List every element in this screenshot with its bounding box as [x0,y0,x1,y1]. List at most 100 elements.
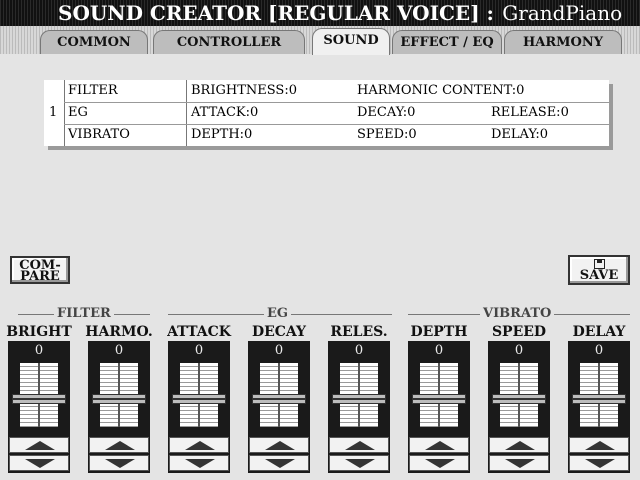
slider-body[interactable]: 0 [408,341,470,473]
slider-knob[interactable] [332,394,386,404]
slider-bright[interactable]: BRIGHT 0 [6,323,72,475]
floppy-disk-icon [593,259,605,269]
slider-knob[interactable] [172,394,226,404]
slider-release[interactable]: RELES. 0 [328,323,390,475]
slider-label: RELES. [330,324,388,340]
slider-knob[interactable] [252,394,306,404]
triangle-down-icon [585,459,615,468]
slider-body[interactable]: 0 [488,341,550,473]
tab-common[interactable]: COMMON [40,30,148,54]
triangle-up-icon [185,441,215,450]
group-label-filter: FILTER [54,307,114,321]
table-row-eg-name: EG [68,105,88,120]
eg-decay-value: DECAY:0 [357,105,416,120]
vibrato-depth-value: DEPTH:0 [191,127,253,142]
column-divider [64,80,65,146]
increment-button[interactable] [169,437,229,453]
triangle-up-icon [425,441,455,450]
tab-effect-eq[interactable]: EFFECT / EQ [392,30,502,54]
slider-knob[interactable] [572,394,626,404]
slider-speed[interactable]: SPEED 0 [488,323,550,475]
increment-button[interactable] [249,437,309,453]
slider-value: 0 [114,343,124,358]
decrement-button[interactable] [169,455,229,471]
slider-value: 0 [514,343,524,358]
slider-body[interactable]: 0 [88,341,150,473]
slider-body[interactable]: 0 [168,341,230,473]
page-title: SOUND CREATOR [REGULAR VOICE] : GrandPia… [58,1,622,25]
triangle-up-icon [265,441,295,450]
triangle-up-icon [585,441,615,450]
vibrato-speed-value: SPEED:0 [357,127,417,142]
triangle-down-icon [505,459,535,468]
sound-creator-screen: SOUND CREATOR [REGULAR VOICE] : GrandPia… [0,0,640,480]
triangle-down-icon [105,459,135,468]
decrement-button[interactable] [409,455,469,471]
triangle-up-icon [345,441,375,450]
parameter-table[interactable]: 1 FILTER BRIGHTNESS:0 HARMONIC CONTENT:0… [44,80,609,146]
slider-knob[interactable] [12,394,66,404]
slider-label: ATTACK [167,324,231,340]
slider-label: HARMO. [85,324,153,340]
table-row-vibrato-name: VIBRATO [68,127,130,142]
column-divider [186,80,187,146]
tab-bar: COMMON CONTROLLER SOUND EFFECT / EQ HARM… [0,26,640,55]
slider-depth[interactable]: DEPTH 0 [408,323,470,475]
slider-knob[interactable] [492,394,546,404]
slider-value: 0 [194,343,204,358]
slider-body[interactable]: 0 [248,341,310,473]
increment-button[interactable] [9,437,69,453]
triangle-down-icon [345,459,375,468]
tab-controller[interactable]: CONTROLLER [153,30,305,54]
decrement-button[interactable] [489,455,549,471]
triangle-up-icon [25,441,55,450]
save-label: SAVE [579,268,619,283]
increment-button[interactable] [329,437,389,453]
decrement-button[interactable] [329,455,389,471]
compare-label-line2: PARE [20,269,60,284]
slider-value: 0 [34,343,44,358]
slider-value: 0 [274,343,284,358]
triangle-down-icon [185,459,215,468]
triangle-down-icon [25,459,55,468]
slider-decay[interactable]: DECAY 0 [248,323,310,475]
slider-label: DECAY [251,324,307,340]
eg-release-value: RELEASE:0 [491,105,569,120]
group-filter: FILTER [8,307,150,321]
row-number: 1 [49,105,58,120]
slider-knob[interactable] [412,394,466,404]
slider-value: 0 [594,343,604,358]
vibrato-delay-value: DELAY:0 [491,127,549,142]
triangle-down-icon [265,459,295,468]
decrement-button[interactable] [249,455,309,471]
increment-button[interactable] [89,437,149,453]
increment-button[interactable] [569,437,629,453]
slider-value: 0 [354,343,364,358]
triangle-down-icon [425,459,455,468]
triangle-up-icon [505,441,535,450]
tab-sound[interactable]: SOUND [312,28,390,55]
filter-brightness-value: BRIGHTNESS:0 [191,83,297,98]
save-button[interactable]: SAVE [568,255,630,285]
slider-label: BRIGHT [6,324,72,340]
decrement-button[interactable] [89,455,149,471]
decrement-button[interactable] [569,455,629,471]
increment-button[interactable] [489,437,549,453]
title-bar: SOUND CREATOR [REGULAR VOICE] : GrandPia… [0,0,640,26]
slider-body[interactable]: 0 [8,341,70,473]
group-eg: EG [168,307,392,321]
slider-harmo[interactable]: HARMO. 0 [85,323,153,475]
group-label-vibrato: VIBRATO [480,307,555,321]
slider-label: DEPTH [410,324,468,340]
slider-delay[interactable]: DELAY 0 [568,323,630,475]
decrement-button[interactable] [9,455,69,471]
slider-body[interactable]: 0 [568,341,630,473]
tab-harmony[interactable]: HARMONY [504,30,622,54]
group-vibrato: VIBRATO [408,307,630,321]
slider-body[interactable]: 0 [328,341,390,473]
slider-knob[interactable] [92,394,146,404]
slider-attack[interactable]: ATTACK 0 [167,323,231,475]
compare-button[interactable]: COM- PARE [10,256,70,284]
slider-label: SPEED [491,324,547,340]
increment-button[interactable] [409,437,469,453]
